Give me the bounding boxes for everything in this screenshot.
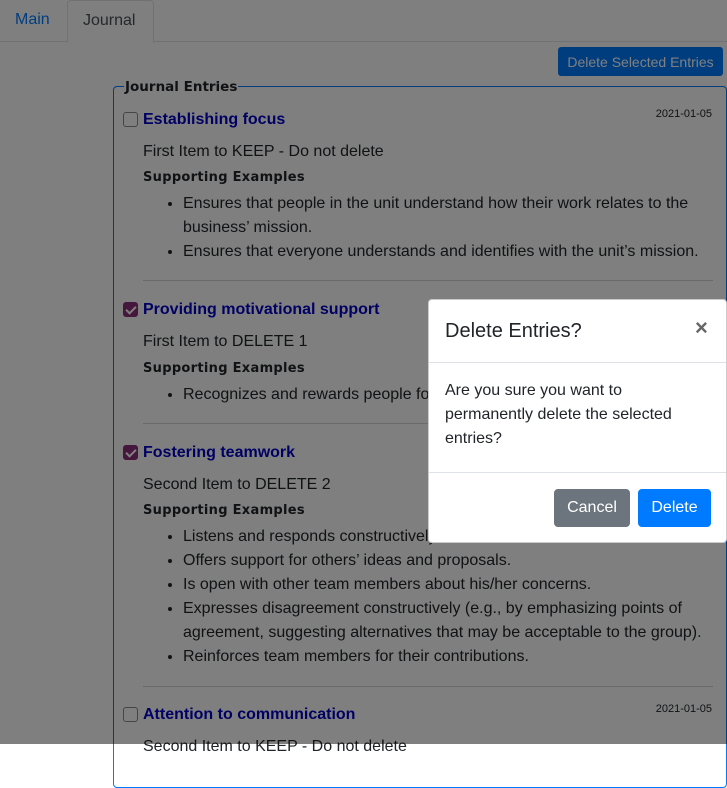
delete-button[interactable]: Delete [638,489,711,527]
delete-entries-dialog: Delete Entries? × Are you sure you want … [428,299,727,543]
close-icon[interactable]: × [695,314,708,342]
dialog-title: Delete Entries? [445,320,582,342]
cancel-button[interactable]: Cancel [554,489,630,527]
dialog-header-divider [429,362,726,363]
dialog-message: Are you sure you want to permanently del… [445,382,672,447]
dialog-footer-divider [429,472,726,473]
